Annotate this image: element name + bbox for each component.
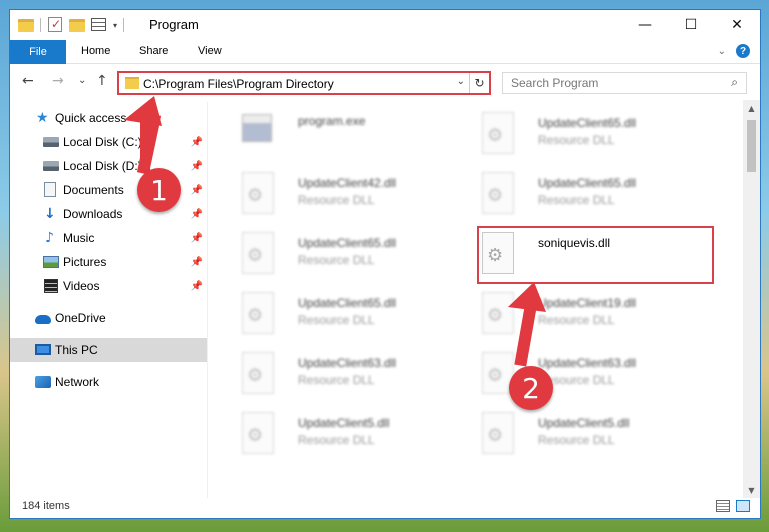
step-1-badge: 1 (137, 168, 181, 212)
arrow-2-body (514, 299, 538, 367)
step-2-badge: 2 (509, 366, 553, 410)
annotation-overlay (124, 96, 546, 367)
